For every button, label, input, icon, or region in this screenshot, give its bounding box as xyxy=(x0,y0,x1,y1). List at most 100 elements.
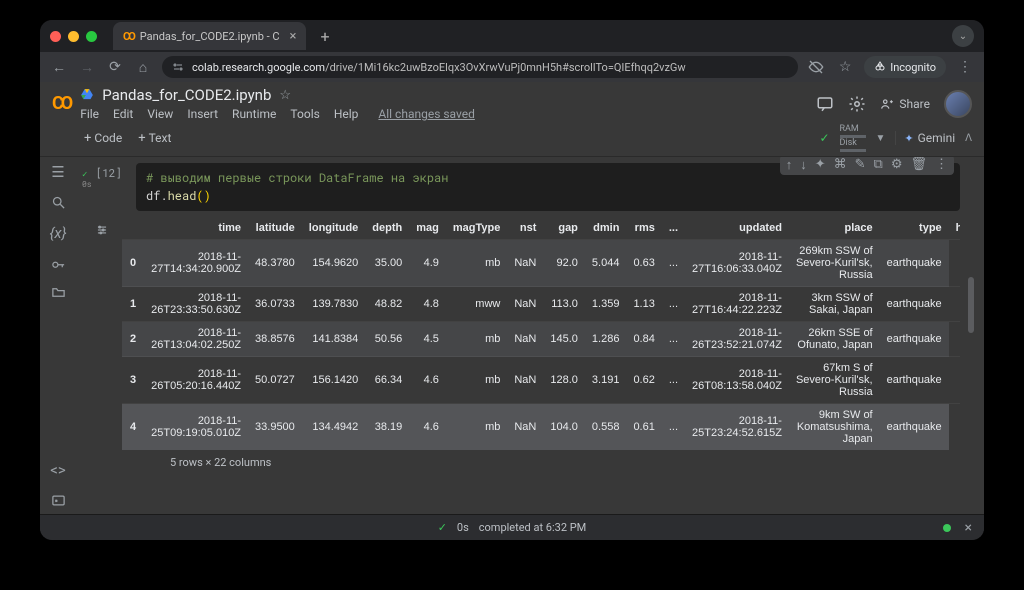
notebook-filename[interactable]: Pandas_for_CODE2.ipynb xyxy=(102,86,271,104)
dataframe-table: timelatitudelongitudedepthmagmagTypenstg… xyxy=(122,217,960,450)
output-options-icon[interactable] xyxy=(82,217,122,469)
vertical-scrollbar[interactable] xyxy=(968,277,974,333)
menu-insert[interactable]: Insert xyxy=(187,107,218,121)
toc-icon[interactable]: ☰ xyxy=(51,163,64,181)
table-cell: 113.0 xyxy=(543,287,585,322)
command-palette-icon[interactable] xyxy=(51,493,66,508)
settings-gear-icon[interactable] xyxy=(848,95,866,113)
table-cell: 104.0 xyxy=(543,404,585,451)
col-header: time xyxy=(144,217,248,240)
window-minimize-mac[interactable] xyxy=(68,31,79,42)
table-cell: 1.286 xyxy=(585,322,627,357)
col-header: place xyxy=(789,217,880,240)
colab-header: CO Pandas_for_CODE2.ipynb ☆ File Edit Vi… xyxy=(40,82,984,121)
status-dot-icon xyxy=(943,524,951,532)
save-status[interactable]: All changes saved xyxy=(378,107,474,121)
table-cell: 50.0727 xyxy=(248,357,302,404)
table-cell: earthquake xyxy=(880,322,949,357)
table-cell: 67km S ofSevero-Kuril'sk,Russia xyxy=(789,357,880,404)
reload-icon[interactable]: ⟳ xyxy=(106,59,124,75)
status-time: 0s xyxy=(457,521,469,534)
table-cell: 141.8384 xyxy=(302,322,366,357)
col-header: depth xyxy=(365,217,409,240)
browser-tab[interactable]: CO Pandas_for_CODE2.ipynb - C × xyxy=(113,22,306,50)
code-snippets-icon[interactable]: <> xyxy=(50,461,65,479)
comments-icon[interactable] xyxy=(816,95,834,113)
tabs-dropdown-icon[interactable]: ⌄ xyxy=(952,25,974,47)
cell-delete-icon[interactable]: 🗑 xyxy=(910,157,927,173)
table-row: 22018-11-26T13:04:02.250Z38.8576141.8384… xyxy=(122,322,960,357)
cell-gear-icon[interactable]: ⚙ xyxy=(891,157,903,173)
table-cell: NaN xyxy=(507,287,543,322)
menu-edit[interactable]: Edit xyxy=(113,107,133,121)
table-cell: 2018-11-27T14:34:20.900Z xyxy=(144,240,248,287)
table-cell: 2018-11-27T16:44:22.223Z xyxy=(685,287,789,322)
cell-mirror-icon[interactable]: ⧉ xyxy=(874,157,883,173)
forward-icon[interactable]: → xyxy=(78,59,96,76)
table-cell: 3 xyxy=(122,357,144,404)
menu-view[interactable]: View xyxy=(147,107,173,121)
browser-menu-icon[interactable]: ⋮ xyxy=(956,59,974,75)
search-icon[interactable] xyxy=(51,195,66,210)
menu-tools[interactable]: Tools xyxy=(290,107,319,121)
table-cell: 154.9620 xyxy=(302,240,366,287)
cell-ai-icon[interactable]: ✦ xyxy=(815,157,826,173)
add-code-button[interactable]: +Code xyxy=(84,131,122,146)
colab-logo-icon[interactable]: CO xyxy=(52,93,70,114)
table-cell: 50.56 xyxy=(365,322,409,357)
cell-edit-icon[interactable]: ✎ xyxy=(855,157,866,173)
table-cell: earthquake xyxy=(880,287,949,322)
table-cell: NaN xyxy=(507,240,543,287)
window-close-mac[interactable] xyxy=(50,31,61,42)
variables-icon[interactable]: {x} xyxy=(49,224,66,242)
table-cell: 38.8576 xyxy=(248,322,302,357)
cell-move-down-icon[interactable]: ↓ xyxy=(800,157,807,173)
table-cell: 0.62 xyxy=(626,357,661,404)
table-cell: 3km SSW ofSakai, Japan xyxy=(789,287,880,322)
user-avatar[interactable] xyxy=(944,90,972,118)
col-header: latitude xyxy=(248,217,302,240)
table-cell: 2018-11-27T16:06:33.040Z xyxy=(685,240,789,287)
cell-exec-indicator[interactable]: ✓0s [12] xyxy=(82,165,136,211)
col-header: mag xyxy=(409,217,446,240)
menu-file[interactable]: File xyxy=(80,107,99,121)
window-zoom-mac[interactable] xyxy=(86,31,97,42)
cell-link-icon[interactable]: ⌘ xyxy=(834,157,847,173)
add-text-button[interactable]: +Text xyxy=(138,131,171,146)
address-bar[interactable]: colab.research.google.com/drive/1Mi16kc2… xyxy=(162,56,798,78)
incognito-badge[interactable]: Incognito xyxy=(864,56,946,78)
table-row: 32018-11-26T05:20:16.440Z50.0727156.1420… xyxy=(122,357,960,404)
col-header: magType xyxy=(446,217,507,240)
table-row: 02018-11-27T14:34:20.900Z48.3780154.9620… xyxy=(122,240,960,287)
back-icon[interactable]: ← xyxy=(50,59,68,76)
home-icon[interactable]: ⌂ xyxy=(134,59,152,76)
col-header: longitude xyxy=(302,217,366,240)
table-cell: 4.6 xyxy=(409,357,446,404)
menu-help[interactable]: Help xyxy=(334,107,359,121)
eye-off-icon[interactable] xyxy=(808,59,826,75)
close-tab-icon[interactable]: × xyxy=(290,29,297,44)
bookmark-icon[interactable]: ☆ xyxy=(836,59,854,75)
table-cell: 35.00 xyxy=(365,240,409,287)
table-cell: 5.044 xyxy=(585,240,627,287)
secrets-icon[interactable] xyxy=(51,256,66,271)
collapse-header-icon[interactable]: ᐱ xyxy=(965,133,972,144)
table-cell: mb xyxy=(446,404,507,451)
files-icon[interactable] xyxy=(51,285,66,300)
star-icon[interactable]: ☆ xyxy=(279,88,291,103)
cell-more-icon[interactable]: ⋮ xyxy=(935,157,948,173)
site-settings-icon[interactable] xyxy=(172,61,184,73)
resource-indicator[interactable]: RAM Disk xyxy=(840,124,866,152)
runtime-dropdown-icon[interactable]: ▼ xyxy=(876,133,886,144)
new-tab-button[interactable]: + xyxy=(314,27,335,46)
table-cell: 0.63 xyxy=(626,240,661,287)
url-text: colab.research.google.com/drive/1Mi16kc2… xyxy=(192,61,686,74)
table-cell: 2018-11-25T23:24:52.615Z xyxy=(685,404,789,451)
share-button[interactable]: Share xyxy=(880,97,930,111)
table-cell: 48.3780 xyxy=(248,240,302,287)
status-close-icon[interactable]: × xyxy=(965,520,972,536)
left-sidebar: ☰ {x} <> xyxy=(40,157,76,537)
menu-runtime[interactable]: Runtime xyxy=(232,107,276,121)
gemini-button[interactable]: ✦Gemini xyxy=(895,131,955,145)
cell-move-up-icon[interactable]: ↑ xyxy=(786,157,793,173)
